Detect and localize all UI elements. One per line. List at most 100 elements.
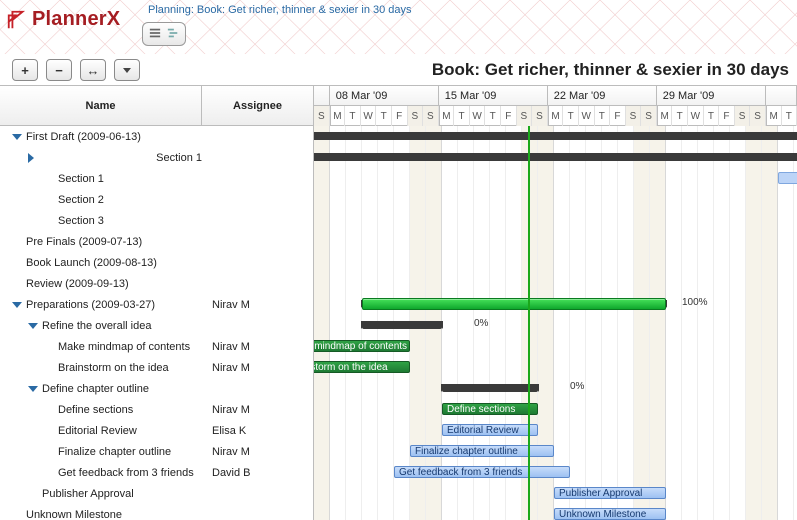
task-row[interactable]: Finalize chapter outlineNirav M	[0, 441, 313, 462]
left-column-headers: Name Assignee	[0, 86, 313, 126]
disclosure-triangle-icon[interactable]	[12, 134, 22, 140]
summary-bar[interactable]	[442, 384, 538, 392]
task-name: Publisher Approval	[42, 488, 134, 500]
task-row[interactable]: First Draft (2009-06-13)	[0, 126, 313, 147]
day-header: T	[345, 106, 361, 126]
progress-bar[interactable]	[362, 298, 666, 310]
progress-label: 100%	[682, 297, 708, 308]
gantt-row: 0%	[314, 147, 797, 168]
gantt-row	[314, 168, 797, 189]
project-title: Book: Get richer, thinner & sexier in 30…	[432, 60, 789, 80]
disclosure-triangle-icon[interactable]	[28, 323, 38, 329]
day-header: M	[548, 106, 564, 126]
task-bar[interactable]	[778, 172, 797, 184]
progress-label: 0%	[474, 318, 488, 329]
gantt-view-icon[interactable]	[167, 27, 179, 41]
day-header: T	[672, 106, 688, 126]
logo-text: PlannerX	[32, 8, 120, 31]
gantt-body[interactable]: 0% 100% 0% Make mindmap of contents Brainsto…	[314, 126, 797, 520]
gantt-row: Finalize chapter outline	[314, 441, 797, 462]
gantt-panel: 08 Mar '0915 Mar '0922 Mar '0929 Mar '09…	[314, 86, 797, 520]
view-switcher[interactable]	[142, 22, 186, 46]
day-header: T	[454, 106, 470, 126]
task-bar[interactable]: Brainstorm on the idea	[314, 361, 410, 373]
task-row[interactable]: Make mindmap of contentsNirav M	[0, 336, 313, 357]
task-assignee: David B	[202, 467, 313, 479]
column-header-name[interactable]: Name	[0, 86, 202, 125]
remove-button[interactable]: −	[46, 59, 72, 81]
summary-bar[interactable]	[362, 321, 442, 329]
today-line	[528, 126, 530, 520]
list-view-icon[interactable]	[149, 27, 161, 41]
task-row[interactable]: Define chapter outline	[0, 378, 313, 399]
task-row[interactable]: Preparations (2009-03-27) Nirav M	[0, 294, 313, 315]
task-row[interactable]: Brainstorm on the ideaNirav M	[0, 357, 313, 378]
progress-label: 0%	[570, 381, 584, 392]
task-row[interactable]: Define sectionsNirav M	[0, 399, 313, 420]
task-name: Review (2009-09-13)	[26, 278, 129, 290]
day-header: M	[330, 106, 346, 126]
day-header: W	[470, 106, 486, 126]
task-bar[interactable]: Unknown Milestone	[554, 508, 666, 520]
gantt-row	[314, 210, 797, 231]
gantt-row	[314, 273, 797, 294]
week-header: 15 Mar '09	[439, 86, 548, 105]
summary-bar[interactable]	[314, 153, 797, 161]
summary-bar[interactable]	[314, 132, 797, 140]
week-header: 29 Mar '09	[657, 86, 766, 105]
task-bar[interactable]: Publisher Approval	[554, 487, 666, 499]
disclosure-triangle-icon[interactable]	[12, 302, 22, 308]
day-header: W	[579, 106, 595, 126]
toolbar: + − ↔ Book: Get richer, thinner & sexier…	[0, 55, 797, 85]
task-bar[interactable]: Get feedback from 3 friends	[394, 466, 570, 478]
day-header: F	[719, 106, 735, 126]
week-header: 08 Mar '09	[330, 86, 439, 105]
task-row[interactable]: Review (2009-09-13)	[0, 273, 313, 294]
week-header: 22 Mar '09	[548, 86, 657, 105]
task-bar[interactable]: Finalize chapter outline	[410, 445, 554, 457]
task-row[interactable]: Refine the overall idea	[0, 315, 313, 336]
task-tree[interactable]: First Draft (2009-06-13)Section 1Section…	[0, 126, 313, 520]
task-row[interactable]: Section 1	[0, 147, 313, 168]
more-button[interactable]	[114, 59, 140, 81]
timeline-days: SMTWTFSSMTWTFSSMTWTFSSMTWTFSSMT	[314, 106, 797, 126]
task-name: Preparations (2009-03-27)	[26, 299, 155, 311]
task-row[interactable]: Get feedback from 3 friendsDavid B	[0, 462, 313, 483]
task-bar[interactable]: Editorial Review	[442, 424, 538, 436]
task-row[interactable]: Section 3	[0, 210, 313, 231]
gantt-row: 0%	[314, 378, 797, 399]
active-tab-title[interactable]: Planning: Book: Get richer, thinner & se…	[142, 0, 412, 20]
add-button[interactable]: +	[12, 59, 38, 81]
task-assignee: Nirav M	[202, 299, 313, 311]
task-bar[interactable]: Make mindmap of contents	[314, 340, 410, 352]
task-row[interactable]: Section 1	[0, 168, 313, 189]
task-assignee: Elisa K	[202, 425, 313, 437]
day-header: S	[532, 106, 548, 126]
gantt-row: Define sections	[314, 399, 797, 420]
disclosure-triangle-icon[interactable]	[28, 153, 152, 163]
task-row[interactable]: Pre Finals (2009-07-13)	[0, 231, 313, 252]
task-row[interactable]: Unknown Milestone	[0, 504, 313, 520]
task-row[interactable]: Section 2	[0, 189, 313, 210]
task-assignee: Nirav M	[202, 341, 313, 353]
task-row[interactable]: Editorial ReviewElisa K	[0, 420, 313, 441]
day-header: S	[750, 106, 766, 126]
task-name: Section 2	[58, 194, 104, 206]
day-header: S	[641, 106, 657, 126]
column-header-assignee[interactable]: Assignee	[202, 86, 313, 125]
gantt-row	[314, 189, 797, 210]
task-name: Pre Finals (2009-07-13)	[26, 236, 142, 248]
task-row[interactable]: Book Launch (2009-08-13)	[0, 252, 313, 273]
app-logo[interactable]: PlannerX	[6, 8, 120, 31]
logo-mark-icon	[6, 9, 28, 31]
shift-button[interactable]: ↔	[80, 59, 106, 81]
task-row[interactable]: Publisher Approval	[0, 483, 313, 504]
timeline-weeks: 08 Mar '0915 Mar '0922 Mar '0929 Mar '09	[314, 86, 797, 106]
main-split: Name Assignee First Draft (2009-06-13) Se…	[0, 85, 797, 520]
gantt-row	[314, 231, 797, 252]
gantt-row: Make mindmap of contents	[314, 336, 797, 357]
tab-strip: Planning: Book: Get richer, thinner & se…	[142, 0, 412, 46]
task-bar[interactable]: Define sections	[442, 403, 538, 415]
task-name: First Draft (2009-06-13)	[26, 131, 141, 143]
disclosure-triangle-icon[interactable]	[28, 386, 38, 392]
